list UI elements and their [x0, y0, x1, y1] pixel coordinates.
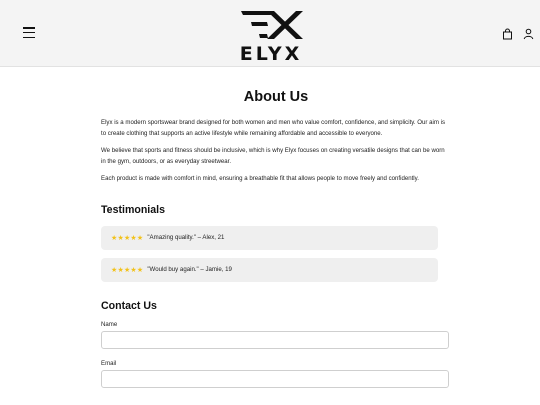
site-header: ELYX	[0, 0, 540, 67]
name-input[interactable]	[101, 330, 449, 349]
name-label: Name	[101, 320, 118, 328]
email-input[interactable]	[101, 369, 449, 388]
email-label: Email	[101, 359, 117, 367]
about-paragraph: Each product is made with comfort in min…	[101, 175, 419, 183]
brand-name: ELYX	[239, 43, 303, 65]
testimonial-text: "Amazing quality." – Alex, 21	[147, 234, 225, 242]
hamburger-menu-icon[interactable]	[23, 27, 35, 39]
contact-title: Contact Us	[101, 299, 157, 312]
brand-logo[interactable]: ELYX	[231, 10, 311, 65]
main-content: About Us Elyx is a modern sportswear bra…	[101, 67, 451, 388]
about-paragraph: We believe that sports and fitness shoul…	[101, 147, 445, 165]
about-paragraph: Elyx is a modern sportswear brand design…	[101, 119, 446, 137]
about-title: About Us	[243, 89, 309, 105]
testimonials-title: Testimonials	[101, 203, 165, 216]
testimonial-text: "Would buy again." – Jamie, 19	[147, 266, 232, 274]
shopping-bag-icon[interactable]	[502, 28, 513, 40]
testimonial-card: ★★★★★ "Would buy again." – Jamie, 19	[101, 257, 438, 282]
logo-mark-icon	[241, 11, 303, 39]
user-icon[interactable]	[523, 28, 534, 40]
star-rating-icon: ★★★★★	[111, 265, 144, 274]
star-rating-icon: ★★★★★	[111, 233, 144, 242]
testimonial-card: ★★★★★ "Amazing quality." – Alex, 21	[101, 225, 438, 250]
